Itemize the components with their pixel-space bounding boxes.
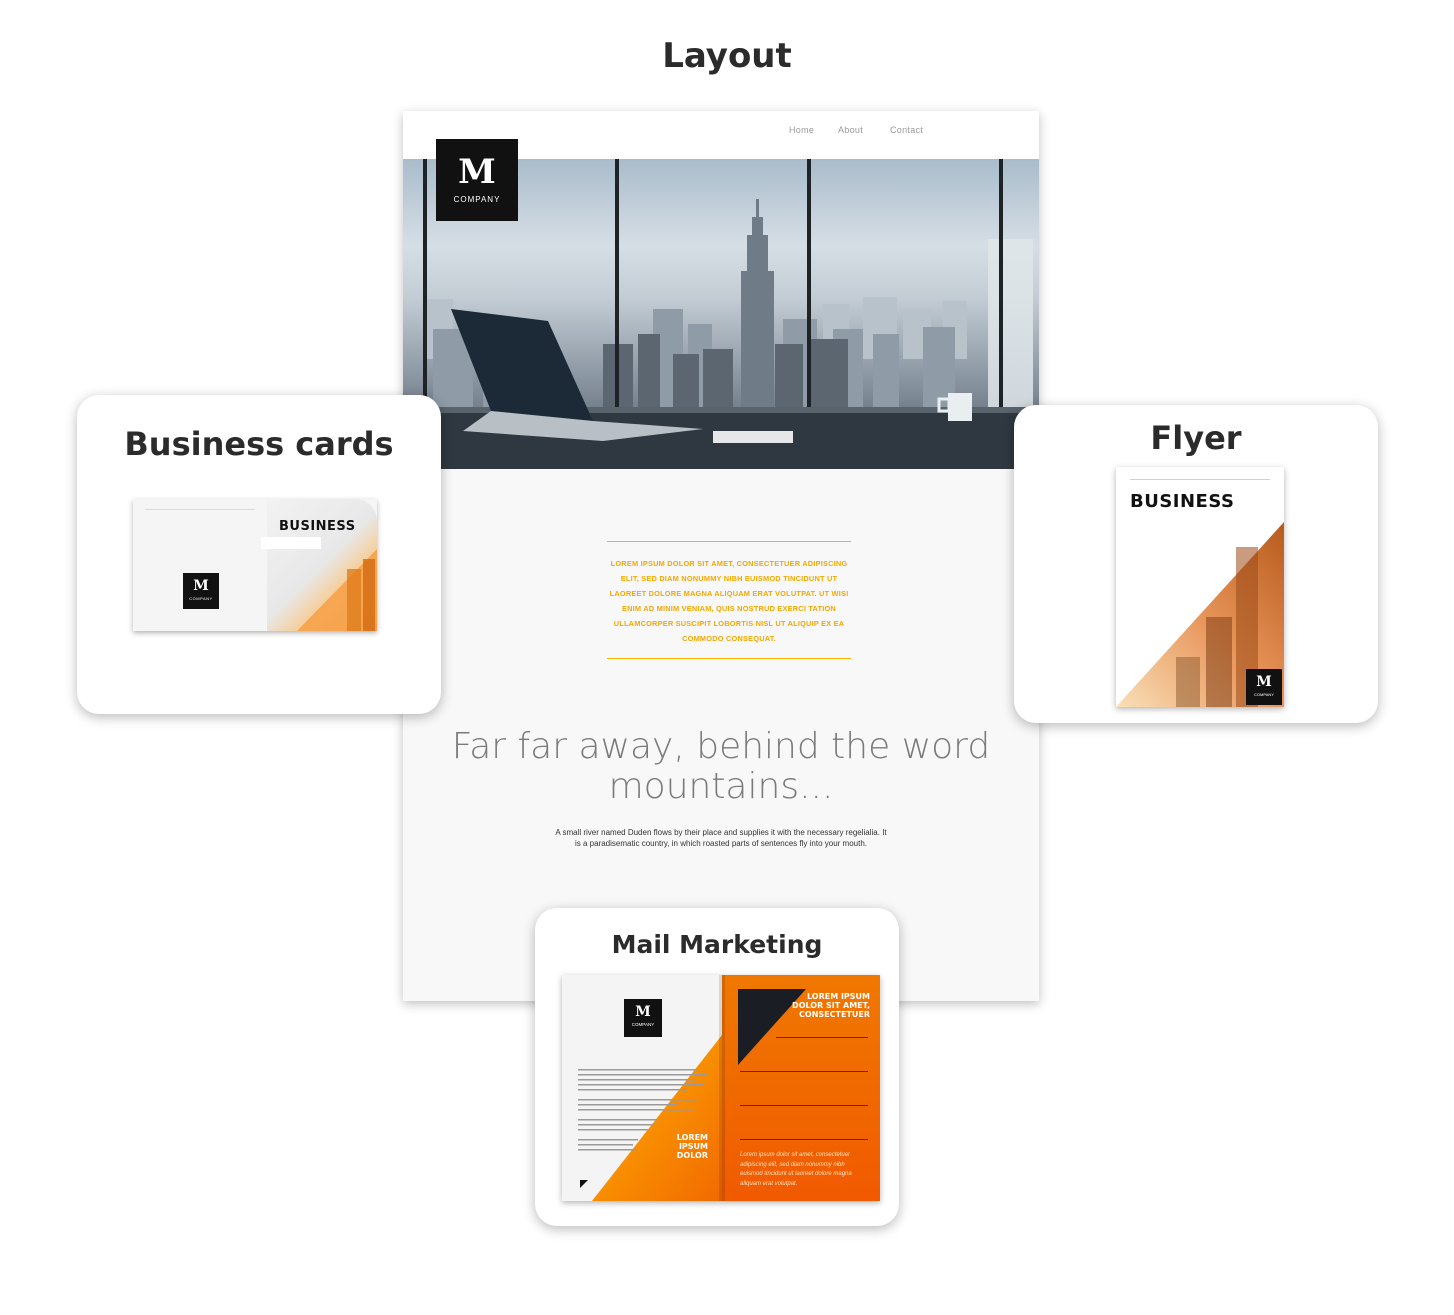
logo-letter: M [635, 1004, 651, 1020]
logo-letter: M [193, 578, 209, 594]
business-card-mockup: BUSINESS M COMPANY [133, 499, 377, 631]
flyer-card[interactable]: Flyer BUSINESS M COMPANY [1014, 405, 1378, 723]
business-cards-card[interactable]: Business cards BUSINESS M COMPANY [77, 395, 441, 714]
brochure-mockup: M COMPANY LOREM IPSUM DOLOR SIT AMET, CO… [562, 975, 880, 1201]
flyer-mockup: BUSINESS M COMPANY [1116, 467, 1284, 707]
logo-company: COMPANY [1254, 692, 1274, 697]
flyer-logo: M COMPANY [1246, 669, 1282, 705]
business-card-logo: M COMPANY [183, 573, 219, 609]
decorative-strip [261, 537, 321, 549]
brochure-left-heading: LOREM IPSUM DOLOR [676, 1133, 708, 1160]
page-title: Layout [662, 36, 792, 76]
divider [607, 658, 851, 659]
logo-company: COMPANY [631, 1022, 655, 1027]
divider [145, 509, 255, 510]
brochure-italic-text: Lorem ipsum dolor sit amet, consectetuer… [740, 1152, 852, 1187]
website-layout-mockup: Home About Contact M COMPANY LOREM IPSUM… [403, 111, 1039, 1001]
flyer-title: Flyer [1150, 419, 1242, 457]
section-paragraph: A small river named Duden flows by their… [555, 828, 887, 848]
brochure-right-heading: LOREM IPSUM DOLOR SIT AMET, CONSECTETUER [792, 992, 870, 1019]
section-heading: Far far away, behind the word mountains.… [451, 726, 991, 807]
logo-company: COMPANY [189, 596, 213, 601]
mail-marketing-card[interactable]: Mail Marketing M COMPANY LOREM IPSUM DOL… [535, 908, 899, 1226]
brochure-logo: M COMPANY [624, 999, 662, 1037]
logo-letter: M [1256, 674, 1272, 690]
mail-marketing-title: Mail Marketing [611, 930, 823, 959]
intro-text: LOREM IPSUM DOLOR SIT AMET, CONSECTETUER… [609, 559, 849, 643]
nav-link-about[interactable]: About [838, 125, 863, 135]
logo-letter: M [458, 152, 496, 192]
business-card-heading: BUSINESS [279, 519, 356, 534]
logo-company: COMPANY [453, 195, 501, 204]
site-logo[interactable]: M COMPANY [436, 139, 518, 221]
nav-link-contact[interactable]: Contact [890, 125, 923, 135]
nav-link-home[interactable]: Home [789, 125, 814, 135]
intro-block: LOREM IPSUM DOLOR SIT AMET, CONSECTETUER… [607, 541, 851, 659]
business-cards-title: Business cards [124, 425, 394, 463]
